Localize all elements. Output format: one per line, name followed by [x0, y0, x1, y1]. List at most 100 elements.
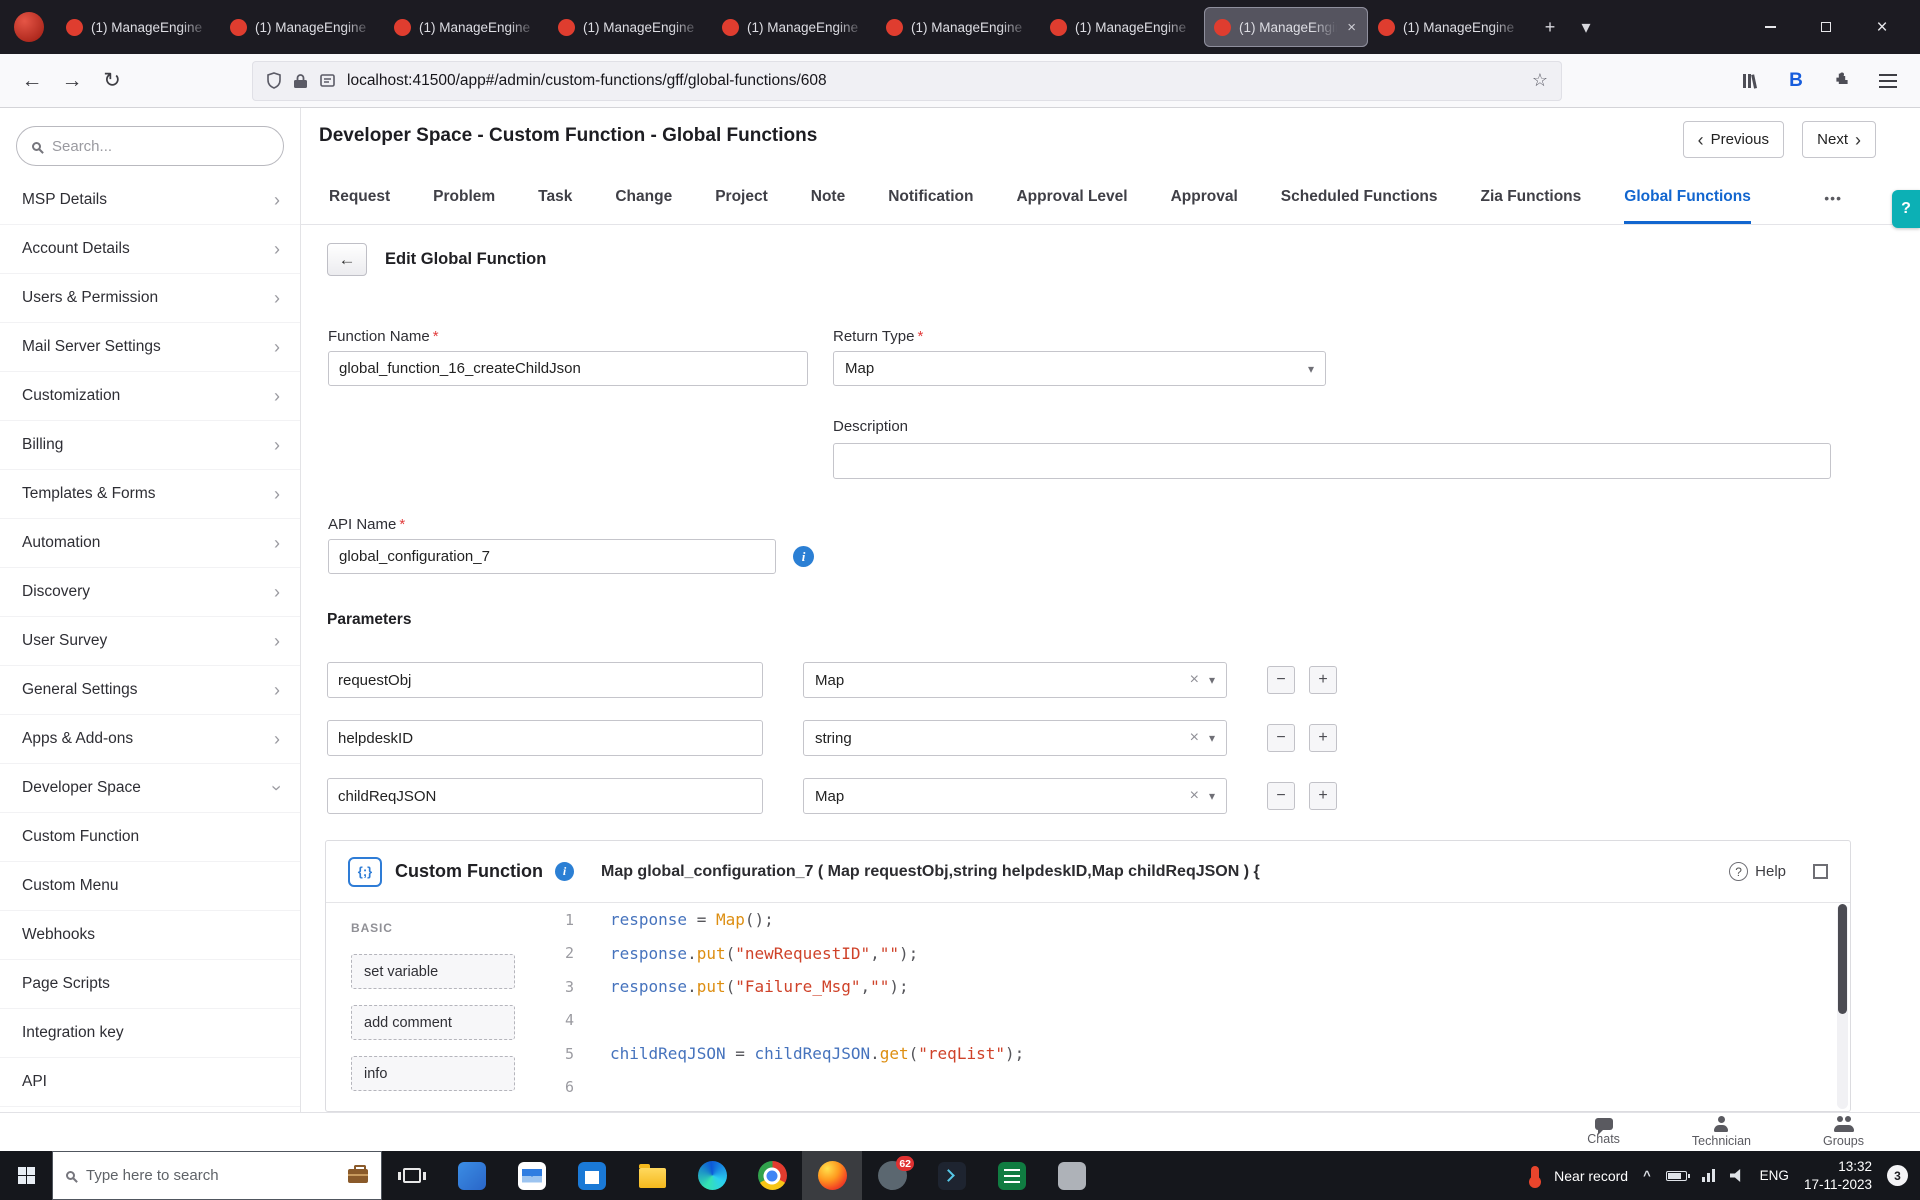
- url-text[interactable]: localhost:41500/app#/admin/custom-functi…: [347, 72, 1520, 90]
- sidebar-item[interactable]: Custom Function: [0, 813, 300, 862]
- info-icon[interactable]: i: [554, 862, 574, 881]
- sidebar-item[interactable]: Automation ›: [0, 519, 300, 568]
- sidebar-item[interactable]: API: [0, 1058, 300, 1107]
- return-type-select[interactable]: Map ▾: [833, 351, 1326, 386]
- add-parameter-button[interactable]: +: [1309, 782, 1337, 810]
- file-explorer-icon[interactable]: [622, 1151, 682, 1200]
- browser-tab[interactable]: (1) ManageEngine: [220, 7, 384, 47]
- module-tab[interactable]: Change: [615, 170, 672, 224]
- api-name-input[interactable]: [328, 539, 776, 574]
- sidebar-item[interactable]: Templates & Forms ›: [0, 470, 300, 519]
- firefox-icon[interactable]: [802, 1151, 862, 1200]
- weather-label[interactable]: Near record: [1554, 1168, 1628, 1184]
- network-icon[interactable]: [1701, 1169, 1715, 1182]
- sidebar-item[interactable]: General Settings ›: [0, 666, 300, 715]
- sidebar-item[interactable]: Mail Server Settings ›: [0, 323, 300, 372]
- module-tab[interactable]: Approval Level: [1016, 170, 1127, 224]
- code-line[interactable]: 1 response = Map();: [526, 903, 1850, 937]
- parameter-name-input[interactable]: [327, 778, 763, 814]
- app-with-badge-icon[interactable]: 62: [862, 1151, 922, 1200]
- code-text[interactable]: response.put("newRequestID","");: [610, 944, 918, 963]
- snippet-button[interactable]: set variable: [351, 954, 515, 989]
- sidebar-item[interactable]: Developer Space ›: [0, 764, 300, 813]
- sidebar-item[interactable]: Billing ›: [0, 421, 300, 470]
- close-button[interactable]: ×: [1854, 0, 1910, 54]
- volume-icon[interactable]: [1729, 1169, 1741, 1182]
- language-label[interactable]: ENG: [1760, 1168, 1789, 1183]
- remove-parameter-button[interactable]: −: [1267, 666, 1295, 694]
- code-text[interactable]: response.put("Failure_Msg","");: [610, 977, 909, 996]
- function-name-input[interactable]: [328, 351, 808, 386]
- browser-tab[interactable]: (1) ManageEngine: [876, 7, 1040, 47]
- sidebar-item[interactable]: Account Details ›: [0, 225, 300, 274]
- snippet-button[interactable]: add comment: [351, 1005, 515, 1040]
- back-button[interactable]: ←: [327, 243, 367, 276]
- browser-tab[interactable]: (1) ManageEngine: [56, 7, 220, 47]
- parameter-type-select[interactable]: string × ▾: [803, 720, 1227, 756]
- reload-icon[interactable]: ↻: [92, 62, 132, 100]
- module-tab[interactable]: Global Functions: [1624, 170, 1751, 224]
- task-view-icon[interactable]: [382, 1151, 442, 1200]
- hidden-icons-chevron[interactable]: ^: [1643, 1168, 1651, 1183]
- browser-tab[interactable]: (1) ManageEngine: [548, 7, 712, 47]
- taskbar-search[interactable]: [52, 1151, 382, 1200]
- sidebar-item[interactable]: Users & Permission ›: [0, 274, 300, 323]
- sidebar-item[interactable]: User Survey ›: [0, 617, 300, 666]
- remove-parameter-button[interactable]: −: [1267, 724, 1295, 752]
- edge-icon[interactable]: [682, 1151, 742, 1200]
- add-parameter-button[interactable]: +: [1309, 724, 1337, 752]
- editor-scrollbar[interactable]: [1837, 904, 1848, 1109]
- microsoft-store-icon[interactable]: [562, 1151, 622, 1200]
- browser-profile-icon[interactable]: [14, 12, 44, 42]
- scrollbar-thumb[interactable]: [1838, 904, 1847, 1014]
- code-line[interactable]: 3 response.put("Failure_Msg","");: [526, 970, 1850, 1004]
- next-button[interactable]: Next ›: [1802, 121, 1876, 158]
- sidebar-item[interactable]: Integration key: [0, 1009, 300, 1058]
- list-all-tabs-icon[interactable]: ▾: [1568, 9, 1604, 45]
- parameter-type-select[interactable]: Map × ▾: [803, 662, 1227, 698]
- mail-icon[interactable]: [502, 1151, 562, 1200]
- sidebar-item[interactable]: Apps & Add-ons ›: [0, 715, 300, 764]
- sidebar-item[interactable]: Page Scripts: [0, 960, 300, 1009]
- module-tab[interactable]: Notification: [888, 170, 973, 224]
- permissions-icon[interactable]: [320, 73, 335, 88]
- clear-icon[interactable]: ×: [1190, 787, 1199, 805]
- module-tab[interactable]: Project: [715, 170, 768, 224]
- chrome-icon[interactable]: [742, 1151, 802, 1200]
- code-line[interactable]: 5 childReqJSON = childReqJSON.get("reqLis…: [526, 1037, 1850, 1071]
- minimize-button[interactable]: [1742, 0, 1798, 54]
- module-tab[interactable]: Zia Functions: [1481, 170, 1582, 224]
- browser-tab[interactable]: (1) ManageEngine: [712, 7, 876, 47]
- sidebar-item[interactable]: Custom Menu: [0, 862, 300, 911]
- parameter-type-select[interactable]: Map × ▾: [803, 778, 1227, 814]
- parameter-name-input[interactable]: [327, 720, 763, 756]
- clear-icon[interactable]: ×: [1190, 671, 1199, 689]
- previous-button[interactable]: ‹ Previous: [1682, 121, 1784, 158]
- module-tab[interactable]: Request: [329, 170, 390, 224]
- sidebar-search-input[interactable]: [52, 137, 268, 155]
- sidebar-item[interactable]: Customization ›: [0, 372, 300, 421]
- code-line[interactable]: 2 response.put("newRequestID","");: [526, 937, 1850, 971]
- code-text[interactable]: childReqJSON = childReqJSON.get("reqList…: [610, 1044, 1024, 1063]
- terminal-icon[interactable]: [922, 1151, 982, 1200]
- bitwarden-icon[interactable]: B: [1776, 62, 1816, 100]
- menu-icon[interactable]: [1868, 62, 1908, 100]
- module-tab[interactable]: Task: [538, 170, 572, 224]
- module-tab[interactable]: Problem: [433, 170, 495, 224]
- module-tab[interactable]: Note: [811, 170, 845, 224]
- fullscreen-icon[interactable]: [1813, 864, 1828, 879]
- extensions-icon[interactable]: [1822, 62, 1862, 100]
- clear-icon[interactable]: ×: [1190, 729, 1199, 747]
- more-tabs-icon[interactable]: •••: [1824, 170, 1842, 225]
- description-input[interactable]: [833, 443, 1831, 479]
- app-icon-blue[interactable]: [442, 1151, 502, 1200]
- sidebar-item[interactable]: MSP Details ›: [0, 176, 300, 225]
- chats-button[interactable]: Chats: [1587, 1118, 1620, 1146]
- module-tab[interactable]: Approval: [1171, 170, 1238, 224]
- back-icon[interactable]: ←: [12, 62, 52, 100]
- code-text[interactable]: for each ChildJsonId in childReqJSON: [610, 1111, 957, 1112]
- info-icon[interactable]: i: [793, 546, 814, 567]
- groups-button[interactable]: Groups: [1823, 1116, 1864, 1148]
- url-bar[interactable]: localhost:41500/app#/admin/custom-functi…: [252, 60, 1562, 101]
- sidebar-item[interactable]: Webhooks: [0, 911, 300, 960]
